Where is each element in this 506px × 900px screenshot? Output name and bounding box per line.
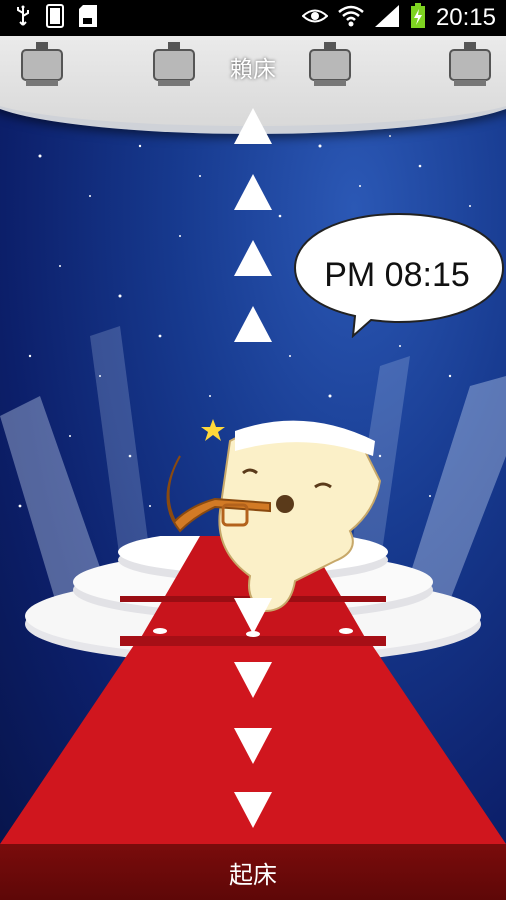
battery-charging-icon (410, 3, 426, 33)
lock-screen-scene: 賴床 PM 08:15 起床 (0, 36, 506, 900)
status-clock: 20:15 (435, 4, 496, 31)
up-arrow-icon (234, 306, 272, 342)
wifi-icon (338, 5, 364, 31)
down-arrow-icon (234, 792, 272, 828)
usb-icon (14, 5, 32, 31)
signal-icon (374, 4, 400, 32)
wake-up-target-label: 起床 (229, 860, 277, 889)
down-arrow-icon (234, 598, 272, 634)
up-arrow-icon (234, 174, 272, 210)
up-arrow-icon (234, 240, 272, 276)
snooze-target-label[interactable]: 賴床 (0, 50, 506, 84)
down-arrow-icon (234, 728, 272, 764)
down-arrow-icon (234, 662, 272, 698)
wake-up-target[interactable]: 起床 (0, 844, 506, 900)
trumpet-mascot-character (166, 419, 382, 613)
eye-icon (301, 7, 329, 29)
alarm-time-display: PM 08:15 (324, 256, 470, 294)
up-arrow-icon (234, 108, 272, 144)
sd-card-icon (78, 4, 98, 32)
sim-card-icon (46, 4, 64, 32)
status-bar: 20:15 (0, 0, 506, 36)
